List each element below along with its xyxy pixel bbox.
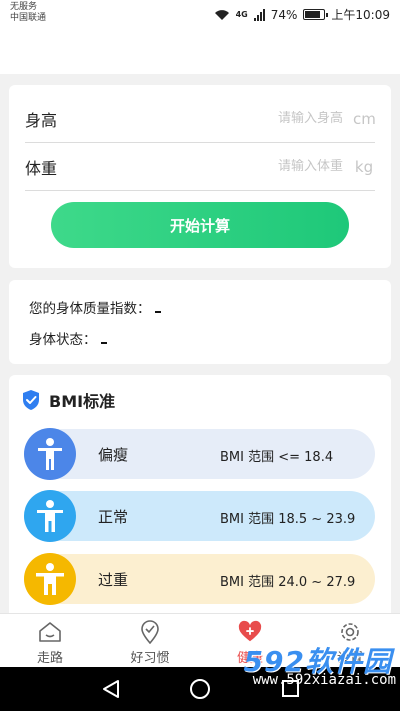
height-label: 身高 — [25, 110, 58, 130]
bmi-row-label: 偏瘦 — [98, 446, 129, 464]
person-icon — [24, 490, 76, 542]
weight-unit: kg — [354, 157, 374, 176]
body-status-label: 身体状态： — [29, 332, 97, 348]
status-indicators: 4G 74% 上午10:09 — [214, 6, 390, 23]
carrier-line-1: 无服务 — [10, 2, 38, 12]
bmi-row-normal: 正常 BMI 范围 18.5 ~ 23.9 — [24, 490, 375, 542]
bmi-row-range: BMI 范围 <= 18.4 — [220, 450, 334, 465]
network-type: 4G — [235, 10, 248, 19]
bmi-result-label: 您的身体质量指数： — [29, 301, 151, 317]
tab-good-habits[interactable]: 好习惯 — [100, 614, 200, 667]
person-icon — [24, 553, 76, 605]
battery-percent: 74% — [270, 7, 298, 22]
location-check-icon — [138, 620, 162, 644]
body-status-value — [100, 332, 107, 344]
weight-input[interactable] — [223, 159, 343, 174]
bmi-standard-title: BMI标准 — [49, 392, 116, 411]
calculate-button[interactable]: 开始计算 — [51, 202, 349, 248]
tab-label: 走路 — [36, 651, 63, 666]
app-header — [0, 28, 400, 74]
watermark: 592软件园 www.592xiazai.com — [200, 640, 400, 692]
bmi-standard-header: BMI标准 — [21, 388, 115, 412]
clock: 上午10:09 — [331, 8, 390, 22]
bmi-row-overweight: 过重 BMI 范围 24.0 ~ 27.9 — [24, 553, 375, 605]
battery-icon — [303, 9, 329, 20]
status-bar: 无服务 中国联通 4G 74% 上午10:09 — [0, 0, 400, 28]
bmi-row-label: 过重 — [98, 571, 129, 589]
bmi-result-value — [154, 301, 161, 313]
bmi-standard-card: BMI标准 偏瘦 BMI 范围 <= 18.4 正常 BMI 范围 18.5 ~… — [9, 375, 391, 635]
tab-walk[interactable]: 走路 — [0, 614, 100, 667]
home-icon — [38, 620, 62, 644]
carrier-line-2: 中国联通 — [10, 13, 47, 23]
bmi-row-range: BMI 范围 24.0 ~ 27.9 — [220, 575, 356, 590]
carrier-info: 无服务 中国联通 — [10, 2, 46, 24]
back-icon[interactable] — [102, 679, 120, 699]
result-card: 您的身体质量指数： 身体状态： — [9, 280, 391, 364]
height-unit: cm — [353, 109, 376, 128]
watermark-url: www.592xiazai.com — [252, 672, 396, 688]
weight-field: 体重 kg — [25, 143, 375, 191]
wifi-icon — [214, 9, 229, 20]
tab-label: 好习惯 — [130, 651, 170, 666]
input-card: 身高 cm 体重 kg 开始计算 — [9, 85, 391, 268]
bmi-row-underweight: 偏瘦 BMI 范围 <= 18.4 — [24, 428, 375, 480]
height-input[interactable] — [223, 111, 343, 126]
height-field: 身高 cm — [25, 95, 376, 143]
signal-icon — [253, 8, 265, 21]
person-icon — [24, 428, 76, 480]
bmi-result-row: 您的身体质量指数： — [29, 297, 161, 317]
weight-label: 体重 — [25, 158, 58, 178]
shield-check-icon — [23, 390, 39, 410]
bmi-row-label: 正常 — [98, 508, 129, 526]
bmi-row-range: BMI 范围 18.5 ~ 23.9 — [220, 512, 356, 527]
body-status-row: 身体状态： — [29, 328, 107, 348]
